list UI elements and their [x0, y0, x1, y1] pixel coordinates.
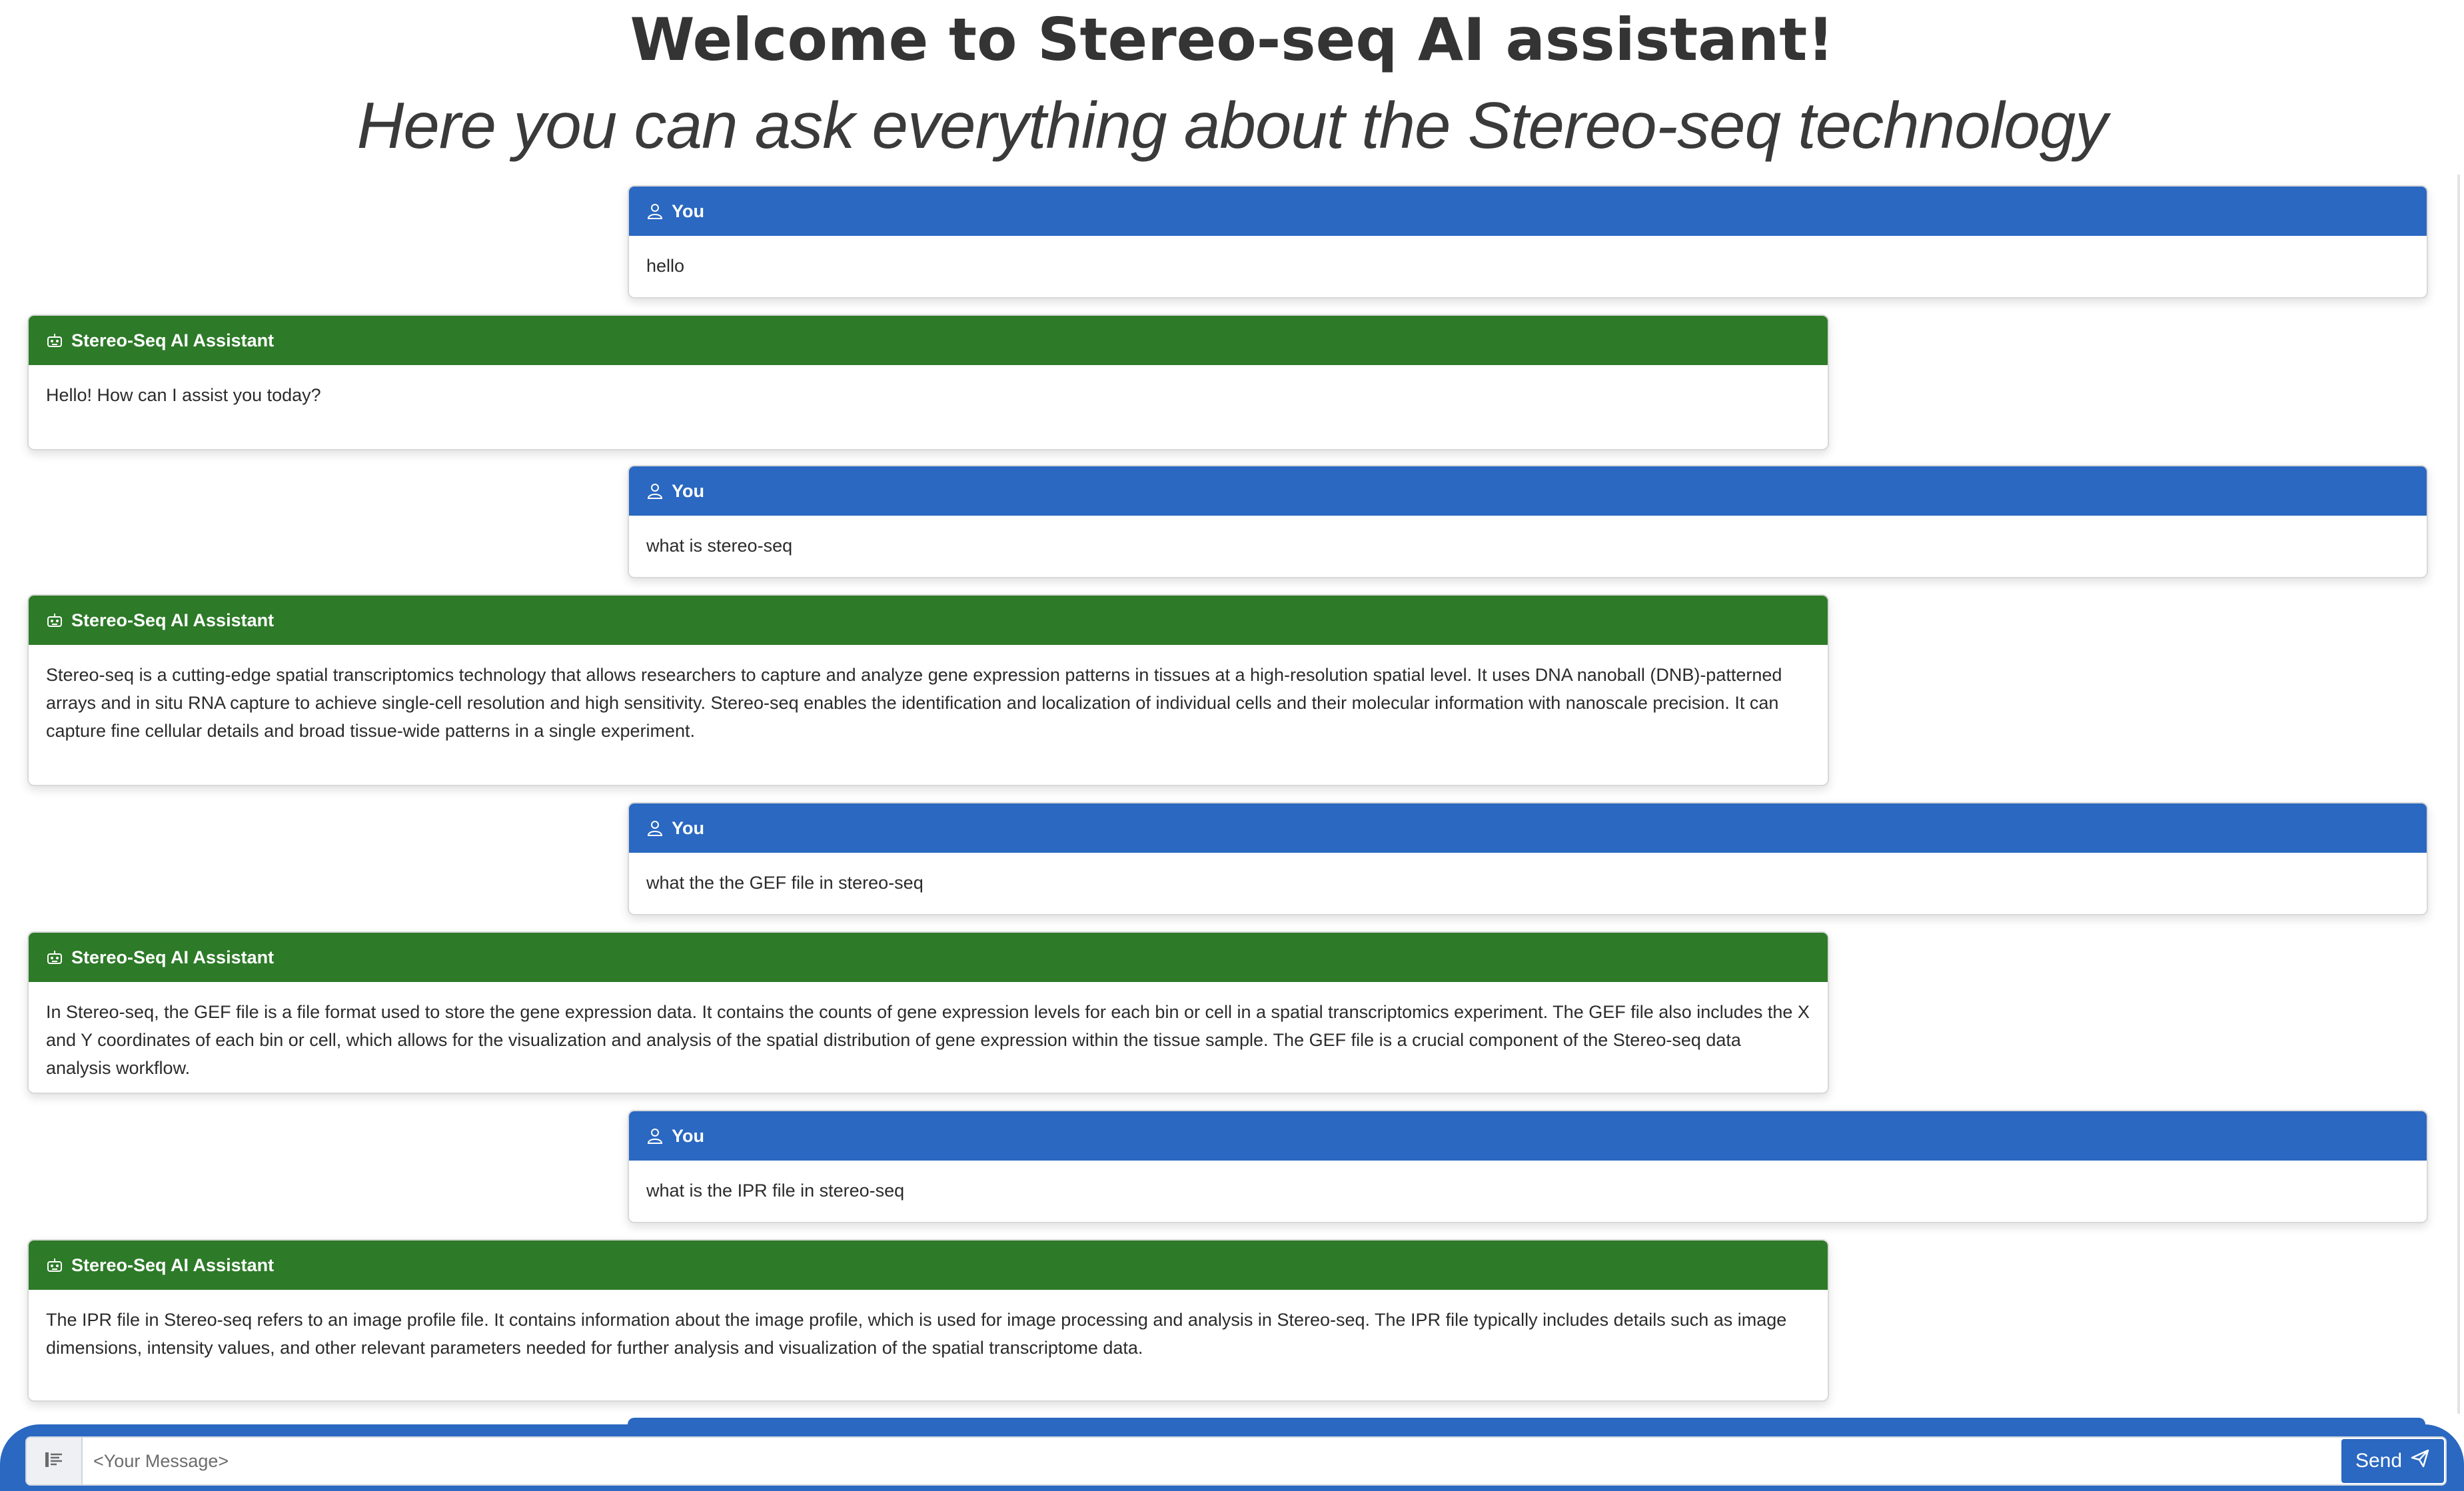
assistant-message-card: Stereo-Seq AI Assistant Stereo-seq is a …	[27, 594, 1829, 786]
person-icon	[646, 1127, 664, 1145]
send-button[interactable]: Send	[2341, 1439, 2444, 1483]
attach-button[interactable]	[27, 1438, 83, 1484]
robot-icon	[46, 949, 63, 966]
message-text: Hello! How can I assist you today?	[46, 385, 321, 405]
user-message-card: You what is the IPR file in stereo-seq	[628, 1110, 2428, 1223]
scrollbar-track[interactable]	[2457, 175, 2460, 1414]
message-text: what the the GEF file in stereo-seq	[646, 873, 924, 893]
person-icon	[646, 482, 664, 500]
sender-label: You	[672, 480, 704, 501]
sender-label: You	[672, 1125, 704, 1146]
message-text: hello	[646, 256, 685, 276]
sender-label: Stereo-Seq AI Assistant	[71, 1254, 275, 1275]
robot-icon	[46, 1256, 63, 1274]
assistant-message-card: Stereo-Seq AI Assistant In Stereo-seq, t…	[27, 931, 1829, 1094]
send-icon	[2410, 1448, 2430, 1474]
sender-label: Stereo-Seq AI Assistant	[71, 610, 275, 630]
assistant-message-card: Stereo-Seq AI Assistant Hello! How can I…	[27, 314, 1829, 450]
sender-label: You	[672, 817, 704, 838]
robot-icon	[46, 332, 63, 349]
person-icon	[646, 819, 664, 837]
page-title: Welcome to Stereo-seq AI assistant!	[630, 5, 1834, 74]
message-header: Stereo-Seq AI Assistant	[29, 316, 1828, 365]
message-header: You	[629, 466, 2427, 516]
sender-label: Stereo-Seq AI Assistant	[71, 330, 275, 350]
page-subtitle: Here you can ask everything about the St…	[356, 89, 2108, 162]
robot-icon	[46, 612, 63, 629]
sender-label: You	[672, 201, 704, 221]
sender-label: Stereo-Seq AI Assistant	[71, 947, 275, 967]
message-header: You	[629, 187, 2427, 236]
composer: Send	[25, 1436, 2447, 1486]
message-text: In Stereo-seq, the GEF file is a file fo…	[46, 1002, 1810, 1078]
message-header: You	[629, 1111, 2427, 1161]
message-header: Stereo-Seq AI Assistant	[29, 596, 1828, 645]
user-message-card: You what is stereo-seq	[628, 465, 2428, 578]
user-message-card: You what the the GEF file in stereo-seq	[628, 802, 2428, 915]
message-text: what is the IPR file in stereo-seq	[646, 1181, 905, 1201]
person-icon	[646, 203, 664, 220]
message-header: Stereo-Seq AI Assistant	[29, 1241, 1828, 1290]
message-text: Stereo-seq is a cutting-edge spatial tra…	[46, 665, 1782, 741]
attach-icon	[43, 1449, 65, 1474]
user-message-card: You hello	[628, 185, 2428, 298]
send-label: Send	[2355, 1450, 2403, 1472]
message-header: Stereo-Seq AI Assistant	[29, 933, 1828, 982]
message-input[interactable]	[83, 1438, 2340, 1484]
message-text: what is stereo-seq	[646, 536, 793, 556]
message-text: The IPR file in Stereo-seq refers to an …	[46, 1310, 1787, 1358]
assistant-message-card: Stereo-Seq AI Assistant The IPR file in …	[27, 1239, 1829, 1402]
message-header: You	[629, 803, 2427, 853]
